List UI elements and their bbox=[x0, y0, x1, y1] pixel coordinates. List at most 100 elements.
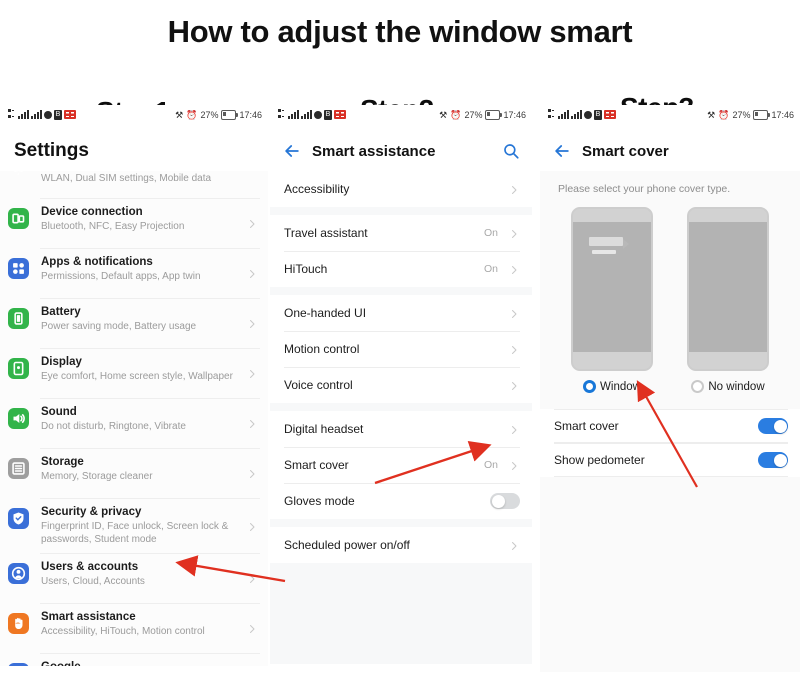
screenshot-panel-step1: B ⚒ ⏰ 27% 17:46 Settings Wireless & netw… bbox=[0, 105, 268, 666]
radio-window-label: Window bbox=[600, 380, 641, 393]
settings-row-text: Apps & notifications Permissions, Default… bbox=[41, 255, 242, 283]
settings-row-storage[interactable]: Storage Memory, Storage cleaner bbox=[0, 448, 268, 498]
battery-icon bbox=[753, 110, 771, 120]
assist-row-travel-assistant[interactable]: Travel assistant On bbox=[270, 215, 532, 251]
apps-grid-icon bbox=[8, 258, 29, 279]
settings-row-display[interactable]: Display Eye comfort, Home screen style, W… bbox=[0, 348, 268, 398]
chevron-right-icon bbox=[508, 459, 520, 471]
chevron-right-icon bbox=[508, 379, 520, 391]
chevron-right-icon bbox=[246, 520, 258, 532]
assist-row-gloves-mode[interactable]: Gloves mode bbox=[270, 483, 532, 519]
chevron-right-icon bbox=[246, 467, 258, 479]
cover-toggle-row-show-pedometer[interactable]: Show pedometer bbox=[540, 443, 800, 477]
settings-row-title: Sound bbox=[41, 406, 77, 418]
settings-row-security-privacy[interactable]: Security & privacy Fingerprint ID, Face u… bbox=[0, 498, 268, 553]
clock-icon: ⏰ bbox=[450, 109, 462, 120]
assist-row-label: Voice control bbox=[284, 378, 353, 392]
toggle-switch[interactable] bbox=[490, 493, 520, 509]
status-bar-left-icons-3: B bbox=[548, 109, 616, 120]
settings-row-sound[interactable]: Sound Do not disturb, Ringtone, Vibrate bbox=[0, 398, 268, 448]
smart-cover-toggle-list[interactable]: Smart cover Show pedometer bbox=[540, 409, 800, 477]
settings-row-text: Sound Do not disturb, Ringtone, Vibrate bbox=[41, 405, 242, 433]
speaker-icon bbox=[8, 408, 29, 429]
radio-window[interactable] bbox=[583, 380, 597, 393]
settings-row-title: Battery bbox=[41, 306, 81, 318]
settings-row-apps-notifications[interactable]: Apps & notifications Permissions, Default… bbox=[0, 248, 268, 298]
settings-row-battery[interactable]: Battery Power saving mode, Battery usage bbox=[0, 298, 268, 348]
settings-app-bar: Settings bbox=[0, 131, 268, 171]
assist-row-digital-headset[interactable]: Digital headset bbox=[270, 411, 532, 447]
chevron-right-icon bbox=[508, 183, 520, 195]
settings-row-title: Smart assistance bbox=[41, 611, 136, 623]
status-bar-left-icons: B bbox=[8, 109, 76, 120]
settings-row-subtitle: Eye comfort, Home screen style, Wallpape… bbox=[41, 371, 233, 382]
assist-row-motion-control[interactable]: Motion control bbox=[270, 331, 532, 367]
settings-row-users-accounts[interactable]: Users & accounts Users, Cloud, Accounts bbox=[0, 553, 268, 603]
assist-row-hitouch[interactable]: HiTouch On bbox=[270, 251, 532, 287]
bluetooth-icon: B bbox=[594, 109, 602, 120]
settings-row-smart-assistance[interactable]: Smart assistance Accessibility, HiTouch, … bbox=[0, 603, 268, 653]
settings-group: One-handed UI Motion control Voice control bbox=[270, 295, 532, 403]
assist-row-label: One-handed UI bbox=[284, 306, 367, 320]
assist-row-smart-cover[interactable]: Smart cover On bbox=[270, 447, 532, 483]
cover-toggle-row-smart-cover[interactable]: Smart cover bbox=[540, 409, 800, 443]
toggle-switch[interactable] bbox=[758, 418, 788, 434]
settings-group: Scheduled power on/off bbox=[270, 527, 532, 563]
back-arrow-icon[interactable] bbox=[552, 141, 572, 161]
cover-option-window[interactable]: Window bbox=[570, 207, 654, 393]
assist-row-one-handed-ui[interactable]: One-handed UI bbox=[270, 295, 532, 331]
settings-row-subtitle: Memory, Storage cleaner bbox=[41, 471, 153, 482]
chevron-right-icon bbox=[508, 307, 520, 319]
search-icon[interactable] bbox=[502, 142, 520, 160]
settings-row-device-connection[interactable]: Device connection Bluetooth, NFC, Easy Pr… bbox=[0, 198, 268, 248]
radio-no-window[interactable] bbox=[691, 380, 705, 393]
signal-bars-icon bbox=[18, 109, 29, 120]
settings-row-text: Users & accounts Users, Cloud, Accounts bbox=[41, 560, 242, 588]
settings-row-subtitle: WLAN, Dual SIM settings, Mobile data bbox=[41, 173, 212, 184]
dual-sim-icon bbox=[278, 109, 286, 120]
smart-assistance-list[interactable]: Accessibility Travel assistant On HiTouch On… bbox=[270, 171, 532, 563]
settings-row-title: Device connection bbox=[41, 206, 143, 218]
settings-row-wireless-networks[interactable]: Wireless & networksWLAN, Dual SIM settin… bbox=[0, 171, 268, 198]
signal-bars-icon-2 bbox=[301, 109, 312, 120]
settings-row-google[interactable]: G GoogleGoogle services bbox=[0, 653, 268, 666]
assist-row-label: Smart cover bbox=[284, 458, 349, 472]
status-bar-time: 17:46 bbox=[239, 110, 262, 120]
toggle-switch[interactable] bbox=[758, 452, 788, 468]
status-bar-3: B ⚒ ⏰ 27% 17:46 bbox=[540, 105, 800, 131]
settings-group: Accessibility bbox=[270, 171, 532, 207]
chevron-right-icon bbox=[508, 227, 520, 239]
assist-row-accessibility[interactable]: Accessibility bbox=[270, 171, 532, 207]
settings-row-text: Security & privacy Fingerprint ID, Face u… bbox=[41, 505, 242, 546]
assist-row-scheduled-power-on-off[interactable]: Scheduled power on/off bbox=[270, 527, 532, 563]
signal-bars-icon-2 bbox=[31, 109, 42, 120]
settings-row-text: Device connection Bluetooth, NFC, Easy Pr… bbox=[41, 205, 242, 233]
status-bar-2: B ⚒ ⏰ 27% 17:46 bbox=[270, 105, 532, 131]
battery-icon bbox=[8, 308, 29, 329]
chevron-right-icon bbox=[508, 423, 520, 435]
cover-type-options: Window No window bbox=[540, 207, 800, 393]
settings-row-subtitle: Do not disturb, Ringtone, Vibrate bbox=[41, 421, 186, 432]
assist-row-voice-control[interactable]: Voice control bbox=[270, 367, 532, 403]
page-heading-smart-cover: Smart cover bbox=[582, 142, 669, 160]
settings-row-title: Google bbox=[41, 660, 242, 666]
settings-list[interactable]: Wireless & networksWLAN, Dual SIM settin… bbox=[0, 171, 268, 666]
user-icon bbox=[8, 563, 29, 584]
chevron-right-icon bbox=[508, 343, 520, 355]
back-arrow-icon[interactable] bbox=[282, 141, 302, 161]
settings-row-text: Smart assistance Accessibility, HiTouch, … bbox=[41, 610, 242, 638]
cover-option-no-window[interactable]: No window bbox=[686, 207, 770, 393]
status-bar-right-3: ⚒ ⏰ 27% 17:46 bbox=[707, 110, 794, 120]
battery-percent: 27% bbox=[732, 110, 751, 120]
settings-row-subtitle: Fingerprint ID, Face unlock, Screen lock… bbox=[41, 521, 229, 545]
settings-row-subtitle: Permissions, Default apps, App twin bbox=[41, 271, 201, 282]
assist-row-label: Travel assistant bbox=[284, 226, 368, 240]
alarm-icon: ⚒ bbox=[175, 109, 184, 120]
chevron-right-icon bbox=[246, 622, 258, 634]
dual-sim-icon bbox=[548, 109, 556, 120]
app-badge-icon bbox=[604, 110, 616, 119]
battery-icon bbox=[221, 110, 239, 120]
chevron-right-icon bbox=[508, 539, 520, 551]
page-heading-smart-assistance: Smart assistance bbox=[312, 142, 436, 160]
cover-type-hint: Please select your phone cover type. bbox=[558, 183, 731, 195]
